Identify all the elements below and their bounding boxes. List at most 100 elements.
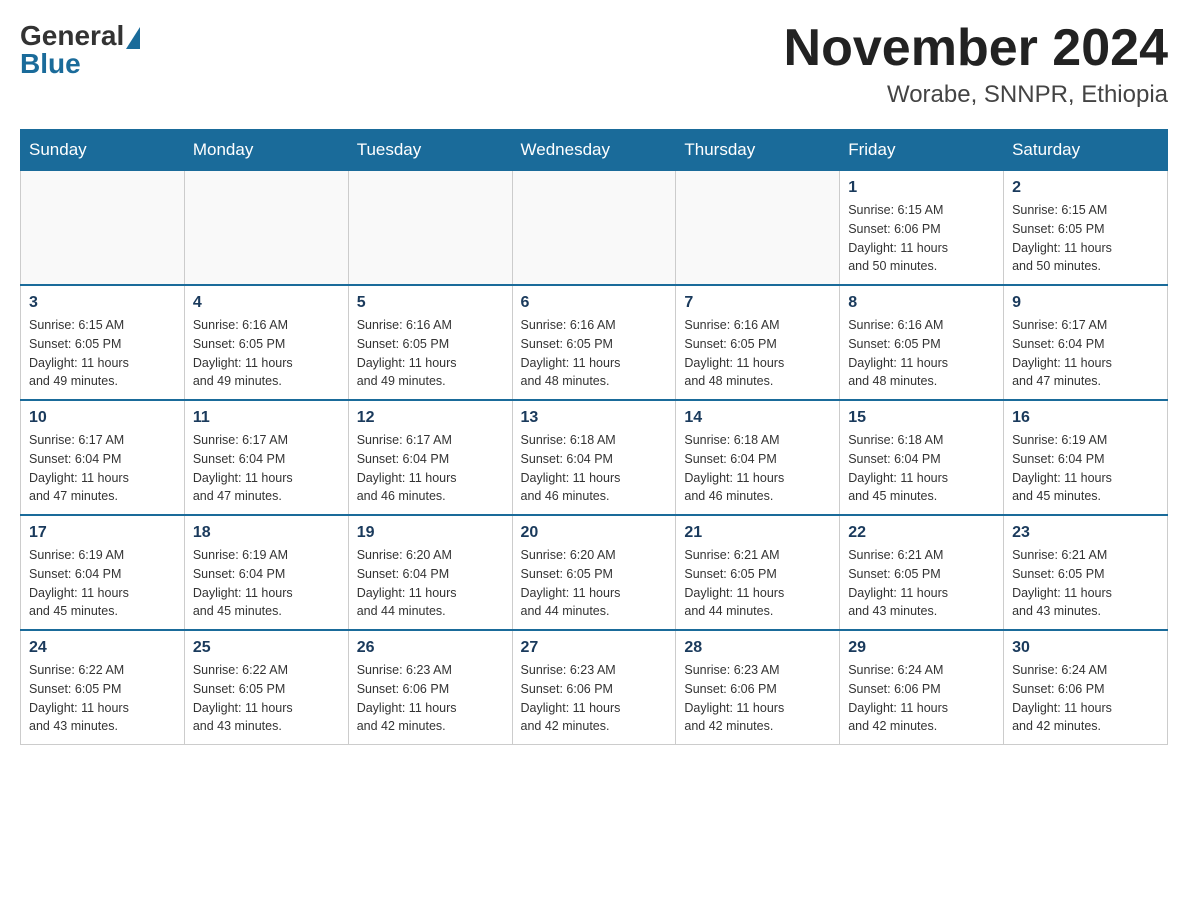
day-info: Sunrise: 6:22 AMSunset: 6:05 PMDaylight:…	[29, 661, 176, 736]
day-number: 15	[848, 409, 995, 427]
day-number: 27	[521, 639, 668, 657]
title-section: November 2024 Worabe, SNNPR, Ethiopia	[784, 20, 1168, 109]
day-info: Sunrise: 6:24 AMSunset: 6:06 PMDaylight:…	[848, 661, 995, 736]
day-info: Sunrise: 6:16 AMSunset: 6:05 PMDaylight:…	[848, 316, 995, 391]
weekday-header-tuesday: Tuesday	[348, 130, 512, 171]
day-info: Sunrise: 6:17 AMSunset: 6:04 PMDaylight:…	[1012, 316, 1159, 391]
calendar-cell: 1 Sunrise: 6:15 AMSunset: 6:06 PMDaylight…	[840, 171, 1004, 286]
day-number: 24	[29, 639, 176, 657]
day-number: 2	[1012, 179, 1159, 197]
day-number: 12	[357, 409, 504, 427]
calendar-cell	[348, 171, 512, 286]
day-number: 6	[521, 294, 668, 312]
day-number: 22	[848, 524, 995, 542]
calendar-cell: 21 Sunrise: 6:21 AMSunset: 6:05 PMDayligh…	[676, 515, 840, 630]
logo-blue-text: Blue	[20, 48, 81, 80]
day-number: 1	[848, 179, 995, 197]
calendar-cell: 7 Sunrise: 6:16 AMSunset: 6:05 PMDaylight…	[676, 285, 840, 400]
calendar-cell	[676, 171, 840, 286]
day-number: 23	[1012, 524, 1159, 542]
calendar-cell: 8 Sunrise: 6:16 AMSunset: 6:05 PMDaylight…	[840, 285, 1004, 400]
calendar-cell: 30 Sunrise: 6:24 AMSunset: 6:06 PMDayligh…	[1004, 630, 1168, 745]
location-title: Worabe, SNNPR, Ethiopia	[784, 81, 1168, 109]
logo: General Blue	[20, 20, 140, 80]
month-title: November 2024	[784, 20, 1168, 77]
day-info: Sunrise: 6:16 AMSunset: 6:05 PMDaylight:…	[193, 316, 340, 391]
day-info: Sunrise: 6:15 AMSunset: 6:06 PMDaylight:…	[848, 201, 995, 276]
day-number: 3	[29, 294, 176, 312]
calendar-cell: 25 Sunrise: 6:22 AMSunset: 6:05 PMDayligh…	[184, 630, 348, 745]
day-number: 25	[193, 639, 340, 657]
day-number: 21	[684, 524, 831, 542]
day-info: Sunrise: 6:23 AMSunset: 6:06 PMDaylight:…	[521, 661, 668, 736]
day-info: Sunrise: 6:17 AMSunset: 6:04 PMDaylight:…	[193, 431, 340, 506]
day-number: 10	[29, 409, 176, 427]
calendar-cell: 23 Sunrise: 6:21 AMSunset: 6:05 PMDayligh…	[1004, 515, 1168, 630]
day-info: Sunrise: 6:19 AMSunset: 6:04 PMDaylight:…	[193, 546, 340, 621]
day-info: Sunrise: 6:18 AMSunset: 6:04 PMDaylight:…	[848, 431, 995, 506]
calendar-cell: 22 Sunrise: 6:21 AMSunset: 6:05 PMDayligh…	[840, 515, 1004, 630]
day-info: Sunrise: 6:20 AMSunset: 6:05 PMDaylight:…	[521, 546, 668, 621]
day-info: Sunrise: 6:22 AMSunset: 6:05 PMDaylight:…	[193, 661, 340, 736]
weekday-header-sunday: Sunday	[21, 130, 185, 171]
day-number: 29	[848, 639, 995, 657]
day-number: 11	[193, 409, 340, 427]
calendar-week-row: 24 Sunrise: 6:22 AMSunset: 6:05 PMDayligh…	[21, 630, 1168, 745]
day-number: 14	[684, 409, 831, 427]
calendar-cell: 2 Sunrise: 6:15 AMSunset: 6:05 PMDaylight…	[1004, 171, 1168, 286]
calendar-week-row: 10 Sunrise: 6:17 AMSunset: 6:04 PMDayligh…	[21, 400, 1168, 515]
day-info: Sunrise: 6:16 AMSunset: 6:05 PMDaylight:…	[357, 316, 504, 391]
weekday-header-thursday: Thursday	[676, 130, 840, 171]
day-info: Sunrise: 6:15 AMSunset: 6:05 PMDaylight:…	[29, 316, 176, 391]
calendar-cell: 12 Sunrise: 6:17 AMSunset: 6:04 PMDayligh…	[348, 400, 512, 515]
weekday-header-saturday: Saturday	[1004, 130, 1168, 171]
day-number: 7	[684, 294, 831, 312]
calendar-cell: 24 Sunrise: 6:22 AMSunset: 6:05 PMDayligh…	[21, 630, 185, 745]
day-number: 30	[1012, 639, 1159, 657]
calendar-cell	[512, 171, 676, 286]
weekday-header-row: SundayMondayTuesdayWednesdayThursdayFrid…	[21, 130, 1168, 171]
day-info: Sunrise: 6:23 AMSunset: 6:06 PMDaylight:…	[684, 661, 831, 736]
day-info: Sunrise: 6:17 AMSunset: 6:04 PMDaylight:…	[357, 431, 504, 506]
day-info: Sunrise: 6:21 AMSunset: 6:05 PMDaylight:…	[1012, 546, 1159, 621]
calendar-cell: 10 Sunrise: 6:17 AMSunset: 6:04 PMDayligh…	[21, 400, 185, 515]
calendar-cell: 9Sunrise: 6:17 AMSunset: 6:04 PMDaylight…	[1004, 285, 1168, 400]
day-number: 8	[848, 294, 995, 312]
day-info: Sunrise: 6:16 AMSunset: 6:05 PMDaylight:…	[684, 316, 831, 391]
day-number: 5	[357, 294, 504, 312]
day-info: Sunrise: 6:18 AMSunset: 6:04 PMDaylight:…	[521, 431, 668, 506]
day-info: Sunrise: 6:21 AMSunset: 6:05 PMDaylight:…	[848, 546, 995, 621]
calendar-cell: 15 Sunrise: 6:18 AMSunset: 6:04 PMDayligh…	[840, 400, 1004, 515]
calendar-cell: 6Sunrise: 6:16 AMSunset: 6:05 PMDaylight…	[512, 285, 676, 400]
calendar-cell: 4 Sunrise: 6:16 AMSunset: 6:05 PMDaylight…	[184, 285, 348, 400]
calendar-cell: 11 Sunrise: 6:17 AMSunset: 6:04 PMDayligh…	[184, 400, 348, 515]
day-info: Sunrise: 6:23 AMSunset: 6:06 PMDaylight:…	[357, 661, 504, 736]
day-number: 13	[521, 409, 668, 427]
day-info: Sunrise: 6:21 AMSunset: 6:05 PMDaylight:…	[684, 546, 831, 621]
day-info: Sunrise: 6:24 AMSunset: 6:06 PMDaylight:…	[1012, 661, 1159, 736]
calendar-cell: 3 Sunrise: 6:15 AMSunset: 6:05 PMDaylight…	[21, 285, 185, 400]
day-info: Sunrise: 6:19 AMSunset: 6:04 PMDaylight:…	[1012, 431, 1159, 506]
calendar-week-row: 3 Sunrise: 6:15 AMSunset: 6:05 PMDaylight…	[21, 285, 1168, 400]
day-number: 4	[193, 294, 340, 312]
calendar-cell: 13 Sunrise: 6:18 AMSunset: 6:04 PMDayligh…	[512, 400, 676, 515]
page-header: General Blue November 2024 Worabe, SNNPR…	[20, 20, 1168, 109]
calendar-cell: 18Sunrise: 6:19 AMSunset: 6:04 PMDayligh…	[184, 515, 348, 630]
day-info: Sunrise: 6:17 AMSunset: 6:04 PMDaylight:…	[29, 431, 176, 506]
calendar-cell: 17 Sunrise: 6:19 AMSunset: 6:04 PMDayligh…	[21, 515, 185, 630]
weekday-header-friday: Friday	[840, 130, 1004, 171]
day-number: 19	[357, 524, 504, 542]
calendar-cell: 28Sunrise: 6:23 AMSunset: 6:06 PMDayligh…	[676, 630, 840, 745]
calendar-cell: 20Sunrise: 6:20 AMSunset: 6:05 PMDayligh…	[512, 515, 676, 630]
day-info: Sunrise: 6:18 AMSunset: 6:04 PMDaylight:…	[684, 431, 831, 506]
day-info: Sunrise: 6:19 AMSunset: 6:04 PMDaylight:…	[29, 546, 176, 621]
day-number: 17	[29, 524, 176, 542]
calendar-cell: 14 Sunrise: 6:18 AMSunset: 6:04 PMDayligh…	[676, 400, 840, 515]
calendar-cell: 27 Sunrise: 6:23 AMSunset: 6:06 PMDayligh…	[512, 630, 676, 745]
calendar-cell: 16 Sunrise: 6:19 AMSunset: 6:04 PMDayligh…	[1004, 400, 1168, 515]
calendar-cell	[184, 171, 348, 286]
day-number: 16	[1012, 409, 1159, 427]
calendar-cell: 19Sunrise: 6:20 AMSunset: 6:04 PMDayligh…	[348, 515, 512, 630]
calendar-week-row: 17 Sunrise: 6:19 AMSunset: 6:04 PMDayligh…	[21, 515, 1168, 630]
day-info: Sunrise: 6:15 AMSunset: 6:05 PMDaylight:…	[1012, 201, 1159, 276]
